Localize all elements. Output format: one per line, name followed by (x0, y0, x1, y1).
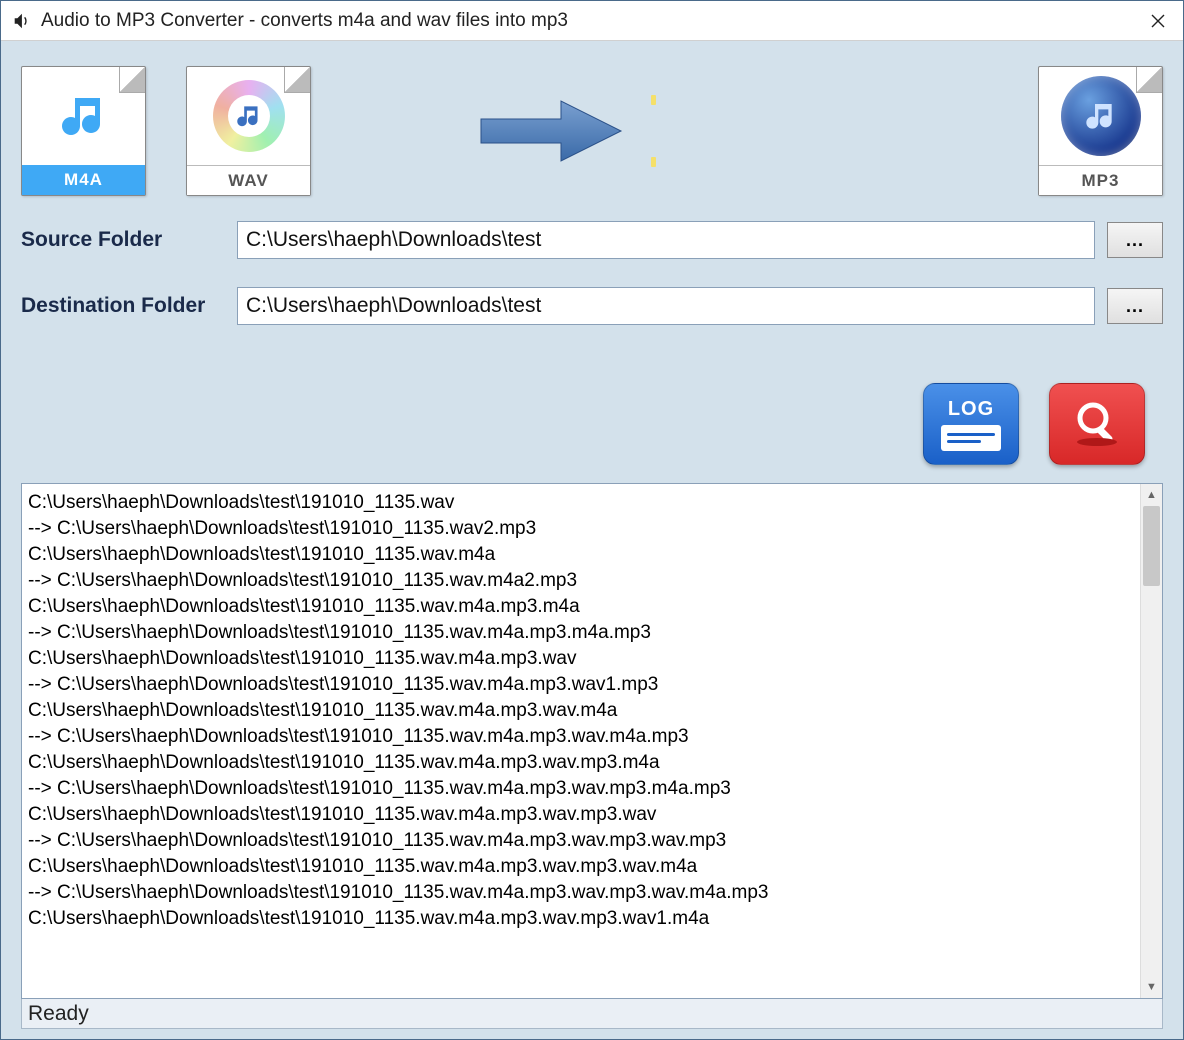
log-line: C:\Users\haeph\Downloads\test\191010_113… (28, 594, 1134, 620)
browse-source-button[interactable]: ... (1107, 222, 1163, 258)
log-lines-icon (941, 425, 1001, 451)
app-window: Audio to MP3 Converter - converts m4a an… (0, 0, 1184, 1040)
log-line: C:\Users\haeph\Downloads\test\191010_113… (28, 542, 1134, 568)
close-button[interactable] (1133, 1, 1183, 41)
destination-folder-label: Destination Folder (21, 294, 225, 318)
window-title: Audio to MP3 Converter - converts m4a an… (41, 10, 1133, 32)
action-buttons: LOG (21, 383, 1145, 465)
log-button[interactable]: LOG (923, 383, 1019, 465)
mp3-file-icon: MP3 (1038, 66, 1163, 196)
search-button[interactable] (1049, 383, 1145, 465)
source-folder-input[interactable] (237, 221, 1095, 259)
m4a-badge: M4A (22, 165, 145, 195)
scroll-down-icon[interactable]: ▼ (1141, 976, 1162, 998)
m4a-file-icon: M4A (21, 66, 146, 196)
scroll-thumb[interactable] (1143, 506, 1160, 586)
client-area: M4A WAV (1, 41, 1183, 1039)
source-folder-label: Source Folder (21, 228, 225, 252)
log-line: --> C:\Users\haeph\Downloads\test\191010… (28, 568, 1134, 594)
log-line: --> C:\Users\haeph\Downloads\test\191010… (28, 620, 1134, 646)
title-bar: Audio to MP3 Converter - converts m4a an… (1, 1, 1183, 41)
destination-folder-row: Destination Folder ... (21, 287, 1163, 325)
format-strip: M4A WAV (21, 61, 1163, 201)
log-line: --> C:\Users\haeph\Downloads\test\191010… (28, 516, 1134, 542)
log-button-label: LOG (948, 398, 994, 421)
browse-destination-button[interactable]: ... (1107, 288, 1163, 324)
log-line: C:\Users\haeph\Downloads\test\191010_113… (28, 646, 1134, 672)
magnifier-icon (1069, 396, 1125, 452)
log-line: --> C:\Users\haeph\Downloads\test\191010… (28, 880, 1134, 906)
log-line: --> C:\Users\haeph\Downloads\test\191010… (28, 724, 1134, 750)
scroll-up-icon[interactable]: ▲ (1141, 484, 1162, 506)
log-line: C:\Users\haeph\Downloads\test\191010_113… (28, 698, 1134, 724)
source-folder-row: Source Folder ... (21, 221, 1163, 259)
log-line: --> C:\Users\haeph\Downloads\test\191010… (28, 672, 1134, 698)
log-line: --> C:\Users\haeph\Downloads\test\191010… (28, 828, 1134, 854)
arrow-icon (471, 91, 657, 171)
log-area: C:\Users\haeph\Downloads\test\191010_113… (21, 483, 1163, 1029)
wav-file-icon: WAV (186, 66, 311, 196)
mp3-badge: MP3 (1039, 165, 1162, 195)
log-line: C:\Users\haeph\Downloads\test\191010_113… (28, 490, 1134, 516)
log-line: C:\Users\haeph\Downloads\test\191010_113… (28, 906, 1134, 932)
speaker-icon (11, 11, 31, 31)
log-textbox[interactable]: C:\Users\haeph\Downloads\test\191010_113… (21, 483, 1163, 999)
log-line: --> C:\Users\haeph\Downloads\test\191010… (28, 776, 1134, 802)
log-line: C:\Users\haeph\Downloads\test\191010_113… (28, 750, 1134, 776)
log-scrollbar[interactable]: ▲ ▼ (1140, 484, 1162, 998)
log-content: C:\Users\haeph\Downloads\test\191010_113… (22, 484, 1140, 998)
log-line: C:\Users\haeph\Downloads\test\191010_113… (28, 854, 1134, 880)
destination-folder-input[interactable] (237, 287, 1095, 325)
log-line: C:\Users\haeph\Downloads\test\191010_113… (28, 802, 1134, 828)
status-bar: Ready (21, 999, 1163, 1029)
wav-badge: WAV (187, 165, 310, 195)
